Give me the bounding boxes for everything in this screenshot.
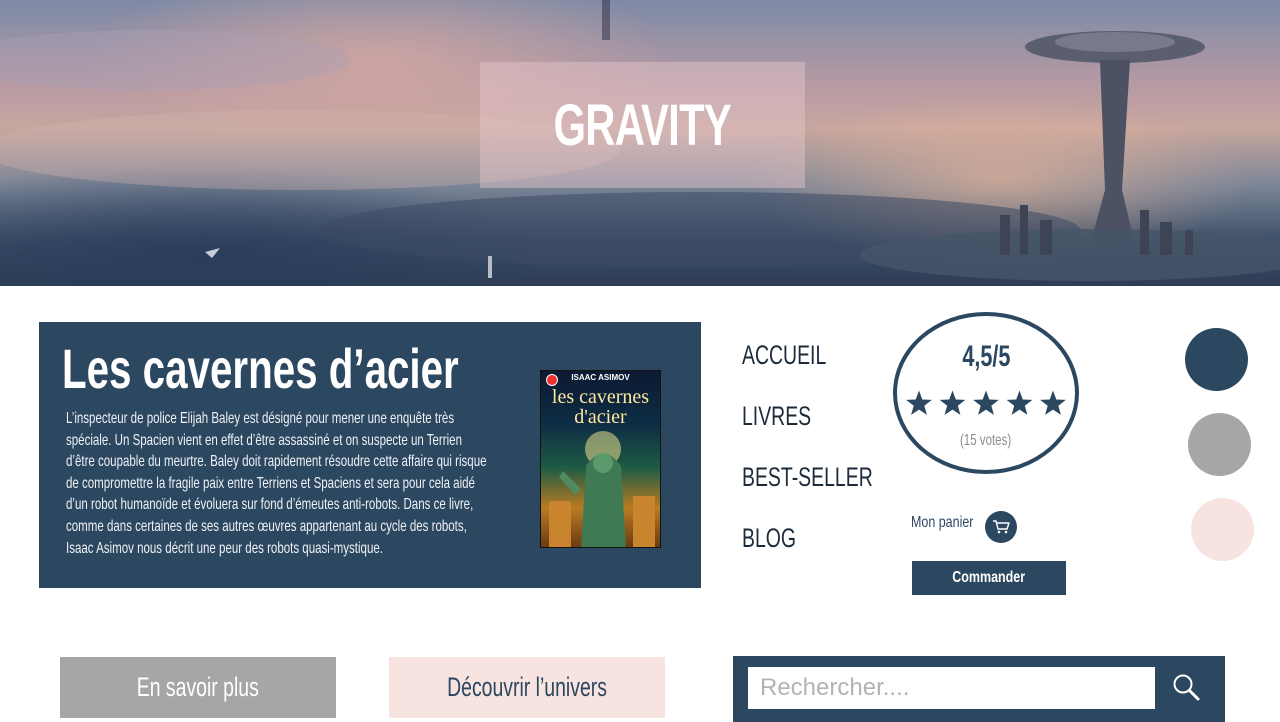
- learn-more-button[interactable]: En savoir plus: [60, 657, 336, 718]
- search-button[interactable]: [1169, 671, 1203, 705]
- nav-item-accueil[interactable]: ACCUEIL: [742, 335, 873, 396]
- book-description: L’inspecteur de police Elijah Baley est …: [66, 410, 487, 557]
- order-button-label: Commander: [952, 569, 1026, 586]
- book-card: Les cavernes d’acier L’inspecteur de pol…: [39, 322, 701, 588]
- nav-item-livres[interactable]: LIVRES: [742, 396, 873, 457]
- rating-score: 4,5/5: [961, 340, 1011, 373]
- color-swatch-pink[interactable]: [1191, 498, 1254, 561]
- nav-item-best-seller[interactable]: BEST-SELLER: [742, 457, 873, 518]
- discover-label: Découvrir l’univers: [447, 672, 607, 702]
- rating-stars: [903, 388, 1069, 418]
- cart-icon: [993, 520, 1010, 534]
- star-icon: [973, 390, 999, 415]
- star-icon: [1006, 390, 1033, 415]
- book-cover: ISAAC ASIMOV les cavernes d'acier: [540, 370, 661, 548]
- star-icon: [1040, 390, 1066, 415]
- discover-button[interactable]: Découvrir l’univers: [389, 657, 665, 718]
- hero-banner: GRAVITY: [0, 0, 1280, 286]
- cart-label[interactable]: Mon panier: [911, 514, 973, 532]
- cart-button[interactable]: [985, 511, 1017, 543]
- star-icon: [906, 390, 932, 415]
- star-icon: [939, 390, 966, 415]
- rating-badge: 4,5/5 (15 votes): [893, 312, 1079, 474]
- color-swatch-gray[interactable]: [1188, 413, 1251, 476]
- search-input[interactable]: [748, 667, 1155, 709]
- stars-svg: [906, 390, 1066, 415]
- order-button[interactable]: Commander: [912, 561, 1066, 595]
- site-title-box: GRAVITY: [480, 62, 805, 188]
- site-title: GRAVITY: [553, 92, 732, 158]
- color-swatch-blue[interactable]: [1185, 328, 1248, 391]
- nav-item-blog[interactable]: BLOG: [742, 518, 873, 579]
- learn-more-label: En savoir plus: [136, 672, 260, 702]
- search-bar: [733, 656, 1225, 722]
- search-icon: [1173, 674, 1200, 700]
- book-title: Les cavernes d’acier: [62, 337, 459, 400]
- rating-votes: (15 votes): [960, 432, 1012, 449]
- cover-illustration: [549, 431, 655, 547]
